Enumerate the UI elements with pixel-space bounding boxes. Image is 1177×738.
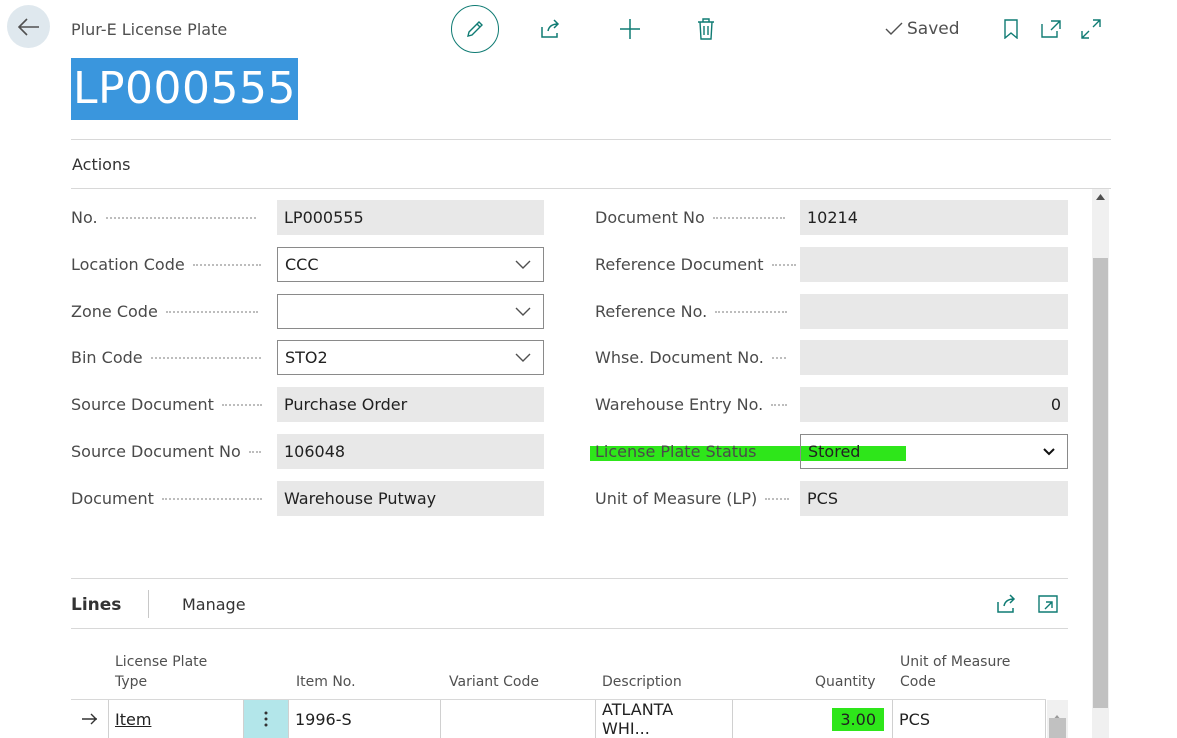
row-indicator bbox=[71, 700, 109, 738]
lines-separator bbox=[148, 590, 149, 618]
field-label-location-code: Location Code bbox=[71, 247, 261, 282]
field-label-license-plate-status: License Plate Status bbox=[595, 442, 757, 461]
cell-item-no[interactable]: 1996-S bbox=[289, 700, 441, 738]
warehouse-entry-no-field: 0 bbox=[800, 387, 1068, 422]
arrow-right-icon bbox=[81, 713, 97, 725]
unit-of-measure-lp-field: PCS bbox=[800, 481, 1068, 516]
share-icon bbox=[997, 594, 1016, 613]
document-no-field: 10214 bbox=[800, 200, 1068, 235]
cell-quantity[interactable]: 3.00 bbox=[733, 700, 893, 738]
field-label-document-no: Document No bbox=[595, 200, 785, 235]
license-plate-status-dropdown[interactable]: Stored bbox=[800, 434, 1068, 469]
pencil-icon bbox=[467, 21, 483, 37]
actions-menu[interactable]: Actions bbox=[72, 155, 130, 174]
manage-menu[interactable]: Manage bbox=[182, 595, 246, 614]
zone-code-select[interactable] bbox=[277, 294, 544, 329]
quantity-value: 3.00 bbox=[832, 707, 884, 731]
license-plate-type-link[interactable]: Item bbox=[115, 710, 151, 729]
open-new-window-button[interactable] bbox=[1037, 15, 1065, 43]
actions-divider bbox=[71, 188, 1111, 189]
col-header-quantity[interactable]: Quantity bbox=[815, 672, 876, 692]
page-title: LP000555 bbox=[71, 58, 299, 120]
bookmark-button[interactable] bbox=[997, 15, 1025, 43]
vertical-ellipsis-icon bbox=[264, 711, 268, 727]
document-field: Warehouse Putway bbox=[277, 481, 544, 516]
field-label-no: No. bbox=[71, 200, 256, 235]
back-button[interactable] bbox=[7, 5, 50, 48]
expand-icon bbox=[1081, 19, 1101, 39]
whse-document-no-field bbox=[800, 340, 1068, 375]
bin-code-select[interactable]: STO2 bbox=[277, 340, 544, 375]
trash-icon bbox=[698, 18, 714, 40]
checkmark-icon bbox=[885, 22, 903, 35]
saved-label: Saved bbox=[907, 19, 960, 39]
location-code-select[interactable]: CCC bbox=[277, 247, 544, 282]
open-new-window-icon bbox=[1041, 20, 1061, 38]
lines-share-button[interactable] bbox=[993, 590, 1021, 618]
new-button[interactable] bbox=[616, 15, 644, 43]
field-label-whse-document-no: Whse. Document No. bbox=[595, 340, 786, 375]
scroll-up-button[interactable] bbox=[1093, 194, 1108, 208]
open-in-page-icon bbox=[1038, 595, 1058, 613]
cell-license-plate-type[interactable]: Item bbox=[109, 700, 244, 738]
lines-scrollbar-thumb[interactable] bbox=[1049, 718, 1066, 738]
chevron-down-icon bbox=[1043, 447, 1055, 455]
lines-title: Lines bbox=[71, 595, 122, 615]
triangle-up-icon bbox=[1096, 194, 1105, 200]
field-label-source-document-no: Source Document No bbox=[71, 434, 261, 469]
reference-document-field bbox=[800, 247, 1068, 282]
plus-icon bbox=[620, 19, 640, 39]
lines-header-divider bbox=[71, 628, 1068, 629]
scrollbar-thumb[interactable] bbox=[1093, 258, 1108, 708]
saved-status: Saved bbox=[885, 19, 960, 39]
header-divider bbox=[71, 139, 1111, 140]
edit-button[interactable] bbox=[451, 5, 499, 53]
field-label-source-document: Source Document bbox=[71, 387, 262, 422]
delete-button[interactable] bbox=[692, 15, 720, 43]
cell-unit-of-measure-code[interactable]: PCS bbox=[893, 700, 1046, 738]
no-field: LP000555 bbox=[277, 200, 544, 235]
bookmark-icon bbox=[1004, 19, 1018, 39]
col-header-variant-code[interactable]: Variant Code bbox=[449, 672, 539, 692]
source-document-no-field: 106048 bbox=[277, 434, 544, 469]
share-icon bbox=[541, 19, 560, 38]
page-caption: Plur-E License Plate bbox=[71, 20, 228, 39]
share-button[interactable] bbox=[537, 15, 565, 43]
cell-variant-code[interactable] bbox=[441, 700, 596, 738]
cell-description[interactable]: ATLANTA WHI... bbox=[596, 700, 733, 738]
expand-button[interactable] bbox=[1077, 15, 1105, 43]
col-header-license-plate-type[interactable]: License Plate Type bbox=[115, 652, 207, 692]
field-label-reference-document: Reference Document bbox=[595, 247, 796, 282]
field-label-bin-code: Bin Code bbox=[71, 340, 261, 375]
arrow-left-icon bbox=[17, 17, 39, 36]
field-label-document: Document bbox=[71, 481, 262, 516]
chevron-down-icon bbox=[515, 260, 531, 269]
chevron-down-icon bbox=[515, 307, 531, 316]
lines-top-divider bbox=[71, 578, 1068, 579]
col-header-unit-of-measure-code[interactable]: Unit of Measure Code bbox=[900, 652, 1010, 692]
field-label-reference-no: Reference No. bbox=[595, 294, 788, 329]
source-document-field: Purchase Order bbox=[277, 387, 544, 422]
chevron-down-icon bbox=[515, 353, 531, 362]
field-label-unit-of-measure-lp: Unit of Measure (LP) bbox=[595, 481, 790, 516]
field-label-zone-code: Zone Code bbox=[71, 294, 258, 329]
col-header-item-no[interactable]: Item No. bbox=[296, 672, 356, 692]
row-actions-button[interactable] bbox=[244, 700, 289, 738]
col-header-description[interactable]: Description bbox=[602, 672, 682, 692]
reference-no-field bbox=[800, 294, 1068, 329]
lines-expand-button[interactable] bbox=[1034, 590, 1062, 618]
field-label-warehouse-entry-no: Warehouse Entry No. bbox=[595, 387, 788, 422]
